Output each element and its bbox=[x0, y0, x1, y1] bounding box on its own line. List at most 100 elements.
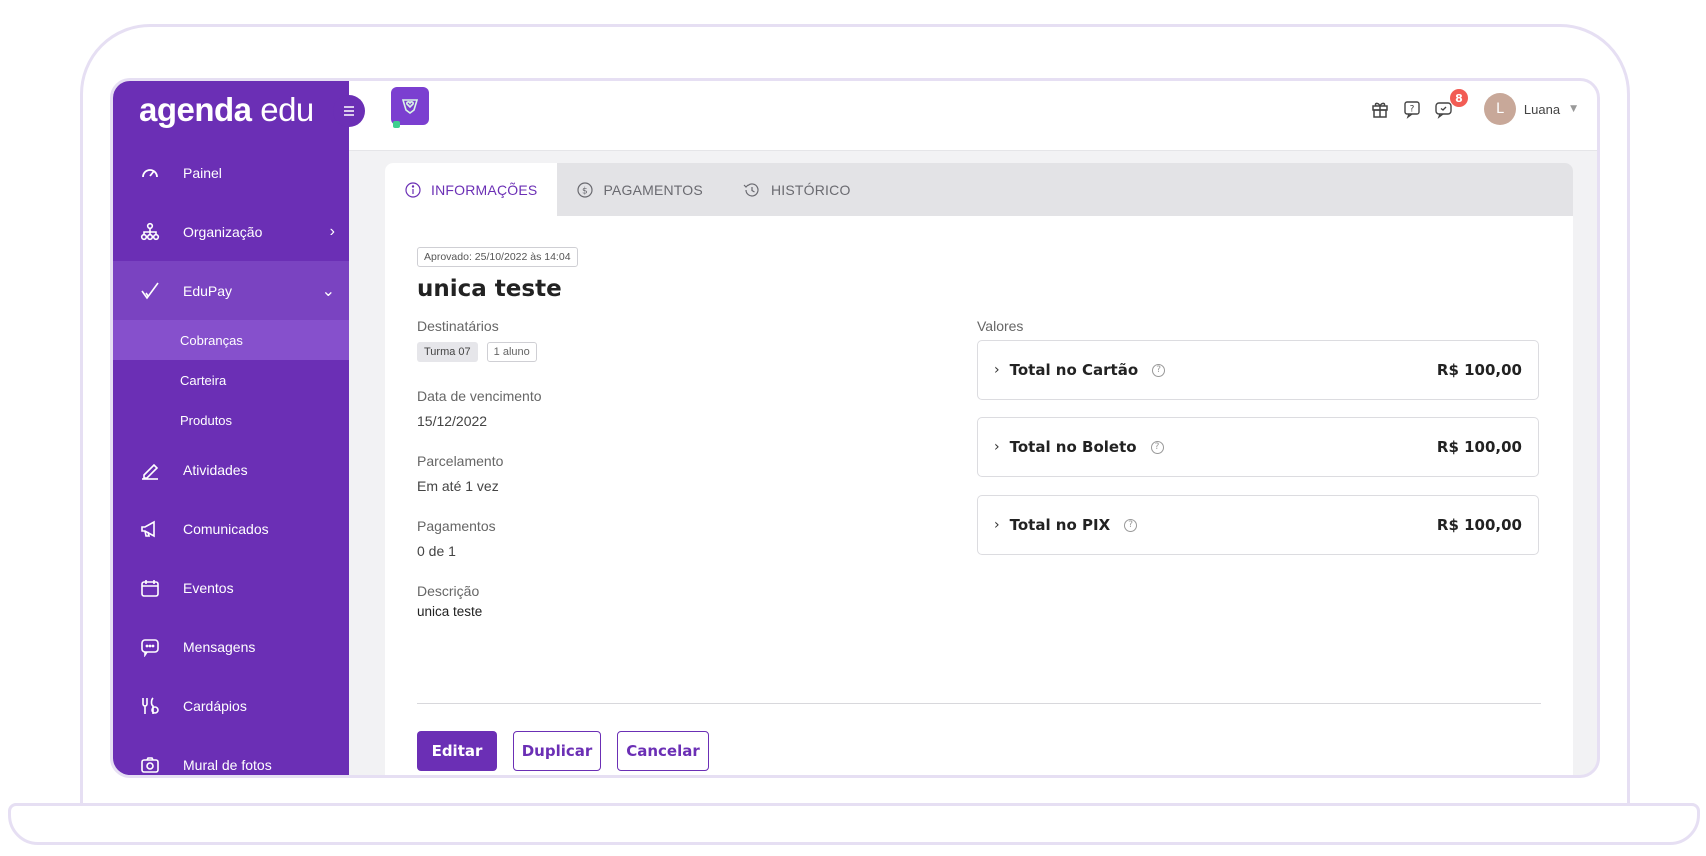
class-tag: Turma 07 bbox=[417, 342, 478, 362]
tab-pagamentos[interactable]: $ PAGAMENTOS bbox=[557, 163, 723, 216]
tab-historico[interactable]: HISTÓRICO bbox=[723, 163, 871, 216]
pagamentos-value: 0 de 1 bbox=[417, 543, 456, 559]
detail-tabs: INFORMAÇÕES $ PAGAMENTOS HISTÓRICO bbox=[385, 163, 1573, 216]
username[interactable]: Luana bbox=[1524, 102, 1560, 117]
vencimento-value: 15/12/2022 bbox=[417, 413, 488, 429]
sidebar-item-label: Atividades bbox=[183, 461, 248, 478]
topbar-actions: ? 8 L Luana ▼ bbox=[1360, 89, 1577, 125]
sidebar-subitem-carteira[interactable]: Carteira bbox=[113, 360, 349, 400]
logo-accent bbox=[393, 121, 400, 128]
sidebar: agenda edu Painel Organização › EduPay ⌄… bbox=[113, 81, 349, 775]
chevron-down-icon: ⌄ bbox=[321, 282, 335, 300]
total-pix-row[interactable]: › Total no PIX ? R$ 100,00 bbox=[977, 495, 1539, 555]
edit-button[interactable]: Editar bbox=[417, 731, 497, 771]
divider bbox=[417, 703, 1541, 704]
descricao-label: Descrição bbox=[417, 583, 480, 599]
page-title: unica teste bbox=[417, 276, 562, 302]
edupay-submenu: Cobranças Carteira Produtos bbox=[113, 320, 349, 440]
tab-label: PAGAMENTOS bbox=[603, 181, 703, 198]
total-label: Total no PIX bbox=[1009, 516, 1111, 534]
dollar-icon: $ bbox=[577, 181, 594, 198]
help-circle-icon[interactable]: ? bbox=[1150, 440, 1164, 454]
brand-logo[interactable]: agenda edu bbox=[139, 91, 314, 129]
sidebar-item-comunicados[interactable]: Comunicados bbox=[113, 499, 349, 558]
utensils-icon bbox=[139, 695, 161, 717]
pencil-icon bbox=[139, 459, 161, 481]
chevron-right-icon: › bbox=[994, 517, 1000, 533]
laptop-base bbox=[8, 803, 1700, 845]
heart-shield-icon bbox=[401, 99, 419, 114]
speedometer-icon bbox=[139, 162, 161, 184]
svg-text:?: ? bbox=[1410, 105, 1415, 115]
sidebar-item-label: EduPay bbox=[183, 282, 233, 299]
sidebar-item-label: Mural de fotos bbox=[183, 756, 272, 773]
valores-label: Valores bbox=[977, 318, 1024, 334]
checkmark-icon bbox=[139, 280, 161, 302]
pagamentos-label: Pagamentos bbox=[417, 518, 496, 534]
total-label: Total no Boleto bbox=[1009, 438, 1137, 456]
caret-down-icon[interactable]: ▼ bbox=[1570, 104, 1577, 114]
student-count-tag: 1 aluno bbox=[486, 342, 537, 362]
sidebar-item-mural-de-fotos[interactable]: Mural de fotos bbox=[113, 735, 349, 776]
sidebar-subitem-cobrancas[interactable]: Cobranças bbox=[113, 320, 349, 360]
chevron-right-icon: › bbox=[994, 439, 1000, 455]
info-icon bbox=[405, 181, 421, 198]
charge-detail-card: INFORMAÇÕES $ PAGAMENTOS HISTÓRICO Aprov… bbox=[385, 163, 1573, 775]
sidebar-item-painel[interactable]: Painel bbox=[113, 143, 349, 202]
chevron-right-icon: › bbox=[994, 362, 1000, 378]
help-icon[interactable]: ? bbox=[1400, 97, 1424, 121]
destinatarios-label: Destinatários bbox=[417, 318, 499, 334]
hamburger-icon bbox=[344, 106, 354, 116]
app-window: agenda edu Painel Organização › EduPay ⌄… bbox=[110, 78, 1600, 778]
cancel-button[interactable]: Cancelar bbox=[617, 731, 709, 771]
parcelamento-label: Parcelamento bbox=[417, 453, 504, 469]
sidebar-item-label: Cardápios bbox=[183, 697, 247, 714]
total-amount: R$ 100,00 bbox=[1436, 361, 1522, 379]
messages-icon[interactable]: 8 bbox=[1432, 89, 1468, 121]
calendar-icon bbox=[139, 577, 161, 599]
sidebar-subitem-produtos[interactable]: Produtos bbox=[113, 400, 349, 440]
tab-informacoes[interactable]: INFORMAÇÕES bbox=[385, 163, 558, 216]
megaphone-icon bbox=[139, 518, 161, 540]
sidebar-nav: Painel Organização › EduPay ⌄ Cobranças … bbox=[113, 143, 349, 776]
sidebar-item-atividades[interactable]: Atividades bbox=[113, 440, 349, 499]
chevron-right-icon: › bbox=[329, 222, 335, 240]
duplicate-button[interactable]: Duplicar bbox=[513, 731, 601, 771]
org-chart-icon bbox=[139, 221, 161, 243]
gift-icon[interactable] bbox=[1368, 97, 1392, 121]
notification-badge: 8 bbox=[1449, 89, 1468, 107]
vencimento-label: Data de vencimento bbox=[417, 388, 542, 404]
sidebar-item-edupay[interactable]: EduPay ⌄ bbox=[113, 261, 349, 320]
sidebar-item-cardapios[interactable]: Cardápios bbox=[113, 676, 349, 735]
total-label: Total no Cartão bbox=[1009, 361, 1139, 379]
sidebar-item-eventos[interactable]: Eventos bbox=[113, 558, 349, 617]
sidebar-item-label: Painel bbox=[183, 164, 222, 181]
total-amount: R$ 100,00 bbox=[1436, 516, 1522, 534]
parcelamento-value: Em até 1 vez bbox=[417, 478, 499, 494]
menu-toggle-button[interactable] bbox=[333, 95, 365, 127]
status-badge: Aprovado: 25/10/2022 às 14:04 bbox=[417, 247, 578, 267]
sidebar-item-mensagens[interactable]: Mensagens bbox=[113, 617, 349, 676]
history-icon bbox=[743, 182, 759, 197]
school-logo[interactable] bbox=[391, 87, 429, 125]
camera-icon bbox=[139, 754, 161, 776]
sidebar-item-label: Organização bbox=[183, 223, 263, 240]
help-circle-icon[interactable]: ? bbox=[1152, 363, 1166, 377]
total-boleto-row[interactable]: › Total no Boleto ? R$ 100,00 bbox=[977, 417, 1539, 477]
total-cartao-row[interactable]: › Total no Cartão ? R$ 100,00 bbox=[977, 340, 1539, 400]
sidebar-item-label: Mensagens bbox=[183, 638, 256, 655]
sidebar-item-label: Eventos bbox=[183, 579, 234, 596]
sidebar-item-label: Comunicados bbox=[183, 520, 269, 537]
help-circle-icon[interactable]: ? bbox=[1124, 518, 1138, 532]
tab-label: INFORMAÇÕES bbox=[431, 181, 538, 198]
topbar: ? 8 L Luana ▼ bbox=[349, 81, 1597, 151]
tab-label: HISTÓRICO bbox=[770, 181, 851, 198]
sidebar-item-organizacao[interactable]: Organização › bbox=[113, 202, 349, 261]
svg-text:$: $ bbox=[582, 186, 588, 196]
avatar[interactable]: L bbox=[1483, 93, 1516, 125]
recipient-tags: Turma 07 1 aluno bbox=[417, 342, 546, 362]
chat-icon bbox=[139, 636, 161, 658]
total-amount: R$ 100,00 bbox=[1436, 438, 1522, 456]
descricao-value: unica teste bbox=[417, 604, 483, 619]
action-buttons: Editar Duplicar Cancelar bbox=[417, 731, 725, 771]
